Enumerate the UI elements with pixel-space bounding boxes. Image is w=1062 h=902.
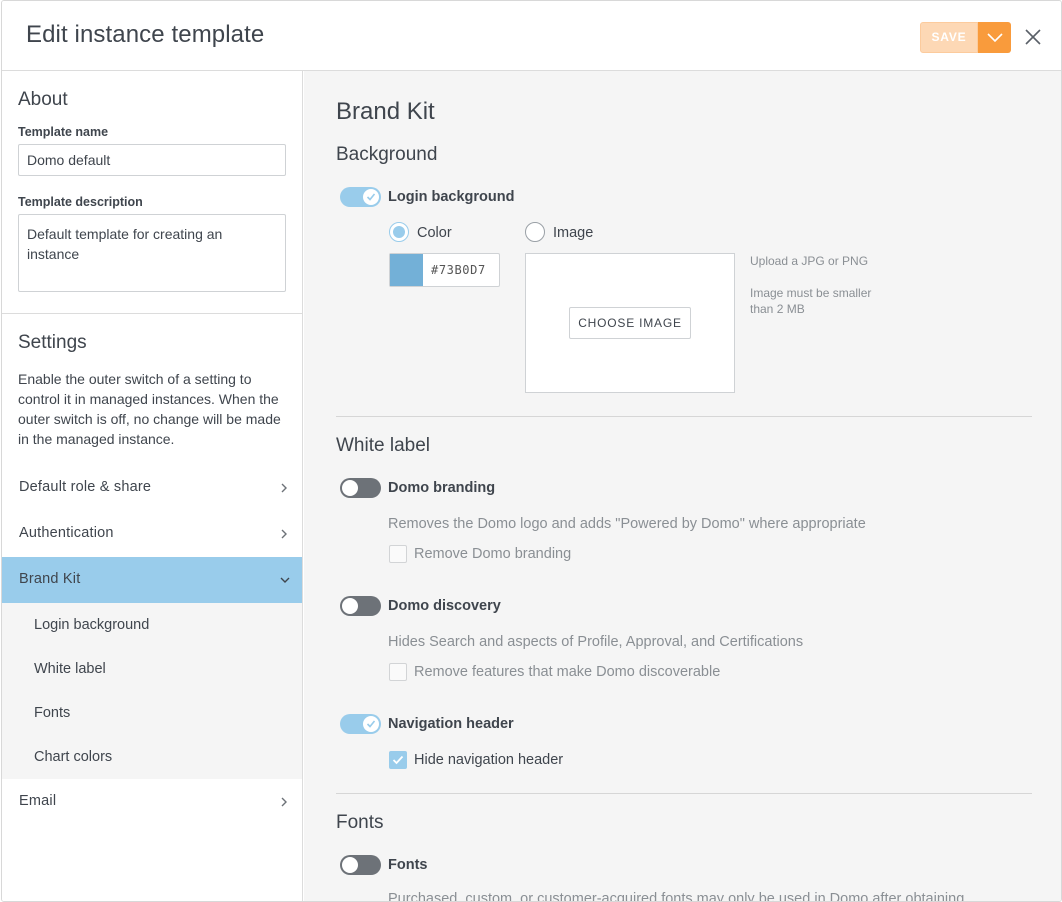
sidebar-item-label: Authentication [19, 525, 114, 541]
subnav-item-white-label[interactable]: White label [34, 661, 106, 677]
fonts-heading: Fonts [336, 812, 384, 833]
domo-discovery-toggle[interactable] [340, 596, 381, 616]
upload-hint: Upload a JPG or PNG [750, 254, 869, 268]
domo-discovery-help: Hides Search and aspects of Profile, App… [388, 634, 804, 650]
domo-branding-help: Removes the Domo logo and adds "Powered … [388, 516, 866, 532]
image-upload-area: CHOOSE IMAGE [525, 253, 735, 393]
size-hint: Image must be smaller [750, 286, 872, 300]
about-heading: About [18, 89, 68, 110]
main-content: Brand Kit Background Login background Co… [304, 71, 1061, 902]
dialog-title: Edit instance template [26, 21, 265, 48]
radio-image-label: Image [553, 225, 594, 241]
remove-branding-checkbox[interactable] [389, 545, 407, 563]
chevron-right-icon [281, 483, 287, 493]
template-name-label: Template name [18, 125, 109, 139]
sidebar-divider [2, 313, 302, 314]
radio-color-label: Color [417, 225, 452, 241]
check-icon [366, 193, 376, 201]
settings-description: Enable the outer switch of a setting to … [18, 371, 281, 447]
check-icon [392, 755, 404, 765]
choose-image-button[interactable]: CHOOSE IMAGE [569, 307, 691, 339]
sidebar-item-label: Default role & share [19, 479, 152, 495]
radio-dot [393, 226, 405, 238]
subnav-item-chart-colors[interactable]: Chart colors [34, 749, 112, 765]
toggle-knob [363, 716, 379, 732]
domo-branding-toggle[interactable] [340, 478, 381, 498]
color-picker[interactable]: #73B0D7 [389, 253, 500, 287]
domo-discovery-label: Domo discovery [388, 598, 501, 614]
sidebar-item-label: Email [19, 793, 57, 809]
radio-color[interactable] [389, 222, 409, 242]
fonts-toggle[interactable] [340, 855, 381, 875]
chevron-down-icon [280, 577, 290, 583]
toggle-knob [342, 598, 358, 614]
login-background-toggle[interactable] [340, 187, 381, 207]
fonts-label: Fonts [388, 857, 428, 873]
toggle-knob [342, 480, 358, 496]
hide-nav-header-checkbox[interactable] [389, 751, 407, 769]
color-hex-value[interactable]: #73B0D7 [431, 263, 486, 277]
sidebar-item-default-role-share[interactable]: Default role & share [2, 465, 302, 511]
section-divider [336, 793, 1032, 794]
template-description-input[interactable]: Default template for creating an instanc… [18, 214, 286, 292]
size-hint-cont: than 2 MB [750, 302, 805, 316]
subnav-item-login-background[interactable]: Login background [34, 617, 149, 633]
edit-template-dialog: Edit instance template SAVE About Templa… [1, 0, 1062, 902]
toggle-knob [363, 189, 379, 205]
remove-discoverable-checkbox[interactable] [389, 663, 407, 681]
background-heading: Background [336, 144, 438, 165]
save-button[interactable]: SAVE [920, 22, 978, 53]
sidebar-item-label: Brand Kit [19, 571, 81, 587]
fonts-help: Purchased, custom, or customer-acquired … [388, 891, 965, 902]
chevron-down-icon [987, 33, 1003, 43]
subnav-item-fonts[interactable]: Fonts [34, 705, 70, 721]
template-description-label: Template description [18, 195, 143, 209]
toggle-knob [342, 857, 358, 873]
sidebar-item-authentication[interactable]: Authentication [2, 511, 302, 557]
page-title: Brand Kit [336, 98, 435, 125]
settings-heading: Settings [18, 332, 87, 353]
template-name-input[interactable] [18, 144, 286, 176]
navigation-header-toggle[interactable] [340, 714, 381, 734]
close-icon[interactable] [1022, 26, 1044, 48]
navigation-header-label: Navigation header [388, 716, 514, 732]
dialog-header: Edit instance template SAVE [2, 1, 1061, 71]
white-label-heading: White label [336, 435, 430, 456]
login-background-label: Login background [388, 189, 515, 205]
chevron-right-icon [281, 797, 287, 807]
radio-image[interactable] [525, 222, 545, 242]
check-icon [366, 720, 376, 728]
color-swatch[interactable] [390, 254, 423, 286]
domo-branding-label: Domo branding [388, 480, 496, 496]
remove-branding-label: Remove Domo branding [414, 546, 572, 562]
brand-kit-subnav: Login background White label Fonts Chart… [2, 603, 302, 779]
hide-nav-header-label: Hide navigation header [414, 752, 564, 768]
remove-discoverable-label: Remove features that make Domo discovera… [414, 664, 721, 680]
sidebar-item-brand-kit[interactable]: Brand Kit [2, 557, 302, 603]
sidebar: About Template name Template description… [2, 71, 303, 901]
section-divider [336, 416, 1032, 417]
sidebar-item-email[interactable]: Email [2, 779, 302, 825]
chevron-right-icon [281, 529, 287, 539]
save-dropdown-button[interactable] [978, 22, 1011, 53]
